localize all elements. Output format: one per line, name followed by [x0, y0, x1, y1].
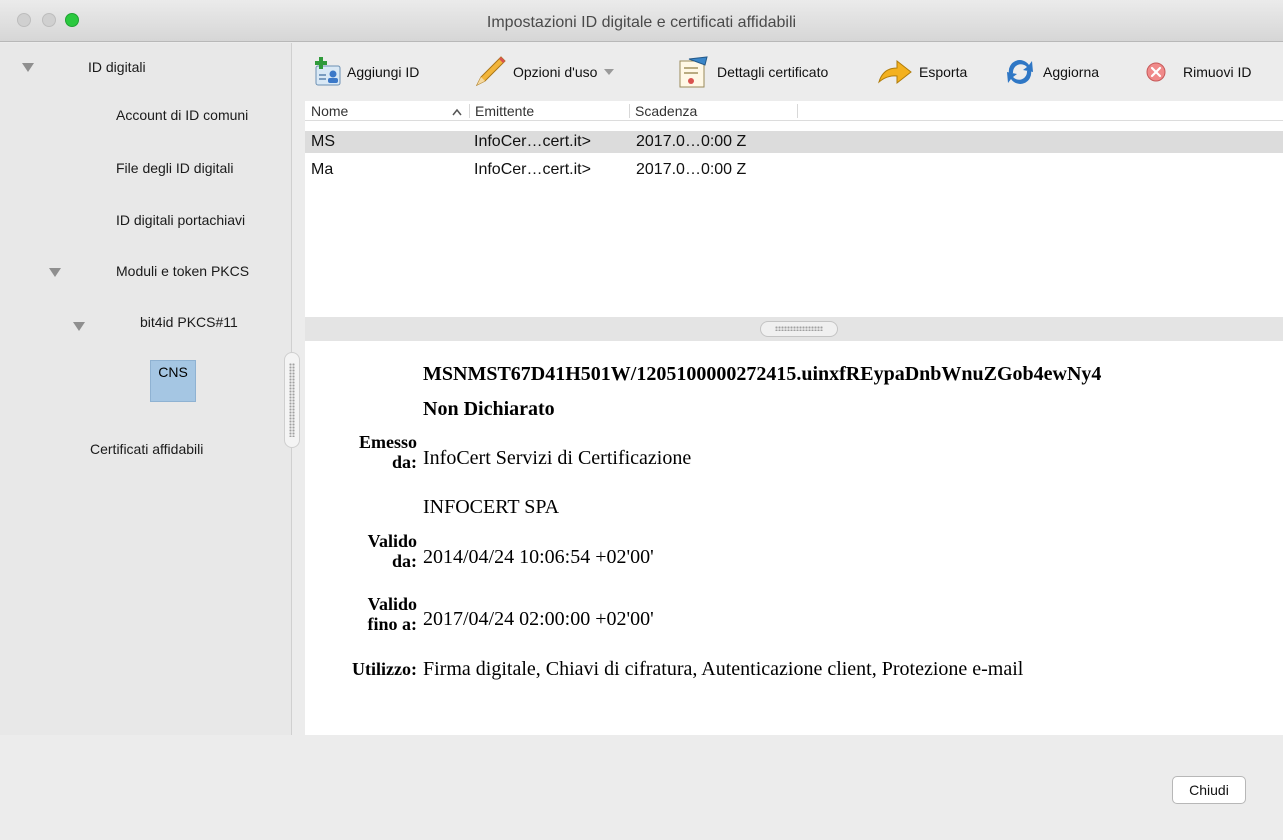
export-button[interactable]: Esporta [877, 43, 967, 101]
sort-ascending-icon [452, 108, 462, 116]
add-id-label: Aggiungi ID [347, 64, 420, 80]
certificate-subtitle: Non Dichiarato [423, 398, 555, 420]
pane-splitter[interactable] [305, 317, 1283, 341]
footer-bar [0, 735, 1283, 840]
row-issuer: InfoCer…cert.it> [474, 161, 591, 178]
sidebar-splitter-handle[interactable] [284, 352, 300, 448]
sidebar-item-file-id-digitali[interactable]: File degli ID digitali [116, 160, 234, 176]
sidebar-item-id-portachiavi[interactable]: ID digitali portachiavi [116, 212, 245, 228]
id-list-table[interactable]: Nome Emittente Scadenza MS InfoCer…cert.… [305, 101, 1283, 317]
pencil-icon [475, 56, 506, 87]
valid-from-label: Valido da: [367, 531, 417, 571]
row-name: MS [311, 133, 335, 150]
issued-by-value: InfoCert Servizi di Certificazione [423, 447, 692, 469]
row-expiry: 2017.0…0:00 Z [636, 133, 747, 150]
remove-id-label: Rimuovi ID [1183, 64, 1252, 80]
title-bar: Impostazioni ID digitale e certificati a… [0, 0, 1283, 42]
export-arrow-icon [878, 59, 912, 85]
certificate-details-button[interactable]: Dettagli certificato [677, 43, 828, 101]
sidebar-item-certificati-affidabili[interactable]: Certificati affidabili [90, 441, 203, 457]
toolbar: Aggiungi ID Opzioni d'uso Dettagli certi… [305, 43, 1283, 101]
certificate-icon [679, 56, 708, 88]
remove-icon [1146, 62, 1166, 82]
add-id-icon [315, 57, 341, 86]
disclosure-triangle-icon[interactable] [49, 268, 61, 277]
usage-value: Firma digitale, Chiavi di cifratura, Aut… [423, 658, 1024, 680]
add-id-button[interactable]: Aggiungi ID [313, 43, 419, 101]
sidebar-item-id-digitali[interactable]: ID digitali [88, 59, 146, 75]
remove-id-button[interactable]: Rimuovi ID [1143, 43, 1251, 101]
chevron-down-icon [604, 69, 615, 75]
issued-by-label: Emesso da: [359, 432, 417, 472]
issued-by-org: INFOCERT SPA [423, 496, 560, 518]
sidebar: ID digitali Account di ID comuni File de… [0, 43, 292, 735]
refresh-button[interactable]: Aggiorna [1003, 43, 1099, 101]
usage-options-label: Opzioni d'uso [513, 64, 598, 80]
disclosure-triangle-icon[interactable] [73, 322, 85, 331]
table-header: Nome Emittente Scadenza [305, 101, 1283, 121]
column-header-issuer[interactable]: Emittente [475, 103, 534, 119]
window-title: Impostazioni ID digitale e certificati a… [486, 14, 797, 31]
sidebar-item-cns[interactable]: CNS [150, 360, 196, 402]
refresh-label: Aggiorna [1043, 64, 1100, 80]
row-expiry: 2017.0…0:00 Z [636, 161, 747, 178]
refresh-icon [1007, 60, 1033, 84]
usage-options-button[interactable]: Opzioni d'uso [473, 43, 621, 101]
valid-from-value: 2014/04/24 10:06:54 +02'00' [423, 546, 654, 568]
splitter-grip-icon[interactable] [760, 321, 838, 337]
valid-to-label: Valido fino a: [367, 594, 418, 634]
sidebar-item-moduli-pkcs[interactable]: Moduli e token PKCS [116, 263, 249, 279]
certificate-detail-pane: MSNMST67D41H501W/1205100000272415.uinxfR… [305, 341, 1283, 735]
usage-label: Utilizzo: [352, 659, 417, 679]
column-header-name[interactable]: Nome [311, 103, 348, 119]
row-name: Ma [311, 161, 334, 178]
disclosure-triangle-icon[interactable] [22, 63, 34, 72]
row-issuer: InfoCer…cert.it> [474, 133, 591, 150]
export-label: Esporta [919, 64, 968, 80]
close-button[interactable]: Chiudi [1172, 776, 1246, 804]
certificate-subject: MSNMST67D41H501W/1205100000272415.uinxfR… [423, 363, 1102, 385]
column-header-expiry[interactable]: Scadenza [635, 103, 697, 119]
sidebar-item-bit4id[interactable]: bit4id PKCS#11 [140, 314, 238, 330]
table-row[interactable]: MS InfoCer…cert.it> 2017.0…0:00 Z [305, 131, 1283, 153]
sidebar-item-account-id-comuni[interactable]: Account di ID comuni [116, 107, 248, 123]
certificate-details-label: Dettagli certificato [717, 64, 829, 80]
valid-to-value: 2017/04/24 02:00:00 +02'00' [423, 608, 654, 630]
table-row[interactable]: Ma InfoCer…cert.it> 2017.0…0:00 Z [305, 159, 1283, 181]
